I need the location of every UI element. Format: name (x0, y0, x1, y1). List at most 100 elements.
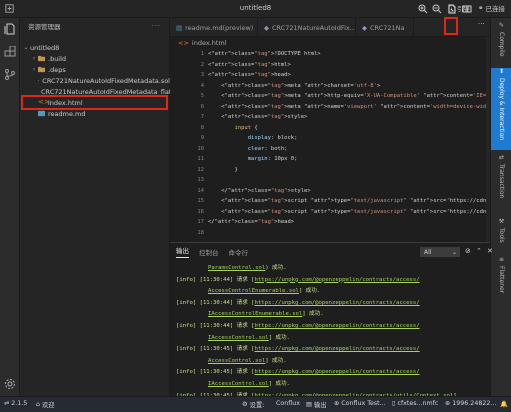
line-number: 7 (200, 114, 204, 120)
split-editor-icon[interactable] (462, 4, 472, 14)
status-version[interactable]: ⇌ 2.1.5 (4, 400, 27, 407)
log-url-link[interactable]: IAccessControl.sol (208, 381, 269, 387)
output-filter-select[interactable]: All ⌄ (420, 247, 460, 257)
output-panel: 输出 控制台 命令行 All ⌄ ⊘ ⌃ ✕ ParamsControl.sol… (170, 242, 493, 399)
log-url-link[interactable]: https://unpkg.com/@openzeppelin/contract… (255, 346, 420, 352)
zoom-in-icon[interactable] (418, 4, 428, 14)
close-panel-icon[interactable]: ✕ (487, 247, 494, 255)
code-editor[interactable]: <> index.html 1 2 3 4 5 6 7 8 9 10 11 12 13 14 15 16 17 1… (170, 37, 490, 242)
log-url-link[interactable]: IAccessControl.sol (208, 335, 269, 341)
status-settings[interactable]: ⚙ 设置: (242, 400, 264, 409)
remote-icon: ⇌ (4, 400, 10, 407)
more-actions-icon[interactable]: ··· (478, 20, 485, 28)
compile-icon: ✎ (498, 22, 505, 29)
log-line: [info] [11:30:45] 请求 [https://unpkg.com/… (176, 367, 488, 379)
maximize-panel-icon[interactable]: ⌃ (476, 247, 483, 255)
log-url-link[interactable]: AccessControl.sol (208, 358, 265, 364)
tab-deploy-interaction[interactable]: ⬆ Deploy & Interaction (491, 68, 511, 150)
log-suffix: ] 成功. (268, 380, 290, 387)
code-line: <"attr">class="tag">!DOCTYPE html> (208, 51, 321, 57)
deploy-icon: ⬆ (498, 68, 505, 75)
code-line: <"attr">class="tag">meta "attr">http-equ… (208, 93, 490, 99)
output-log: ParamsControl.sol) 成功. [info] [11:30:44] … (176, 263, 488, 402)
chevron-down-icon: ⌄ (23, 44, 29, 51)
tab-readme-preview[interactable]: ▤ readme.md(preview) (170, 18, 258, 37)
log-line: IAccessControl.sol] 成功. (176, 379, 488, 391)
solidity-file-icon: ◆ (264, 23, 269, 32)
tab-terminal[interactable]: 命令行 (229, 247, 249, 257)
settings-gear-icon[interactable] (4, 378, 16, 390)
log-url-link[interactable]: ParamsControl.sol (208, 265, 265, 271)
line-number: 9 (200, 135, 204, 141)
line-number: 2 (200, 61, 204, 68)
status-balance[interactable]: ⊛ 1996.24822... (445, 400, 496, 407)
extensions-icon[interactable] (4, 46, 16, 58)
line-number: 10 (197, 145, 204, 152)
code-line: <"attr">class="tag">meta "attr">charset=… (208, 82, 381, 89)
solidity-file-icon (38, 79, 40, 82)
code-line: } (208, 166, 238, 173)
log-prefix: [info] [11:30:44] 请求 [ (176, 299, 255, 306)
more-actions-icon[interactable]: ··· (152, 22, 161, 30)
connect-button[interactable]: ⚭ 已连接 (478, 3, 505, 13)
tab-transaction[interactable]: ⇄ Transaction (491, 154, 511, 214)
notifications-bell-icon[interactable]: 🔔 (500, 400, 508, 408)
preview-file-icon[interactable] (447, 4, 457, 14)
status-output[interactable]: ▤ 输出 (306, 400, 327, 409)
settings-gear-icon: ⚙ (242, 401, 248, 408)
line-number: 12 (197, 166, 204, 173)
code-content[interactable]: <"attr">class="tag">!DOCTYPE html> <"attr… (208, 49, 490, 238)
clear-output-icon[interactable]: ⊘ (465, 247, 472, 255)
chevron-right-icon: › (32, 55, 36, 62)
code-line: <"attr">class="tag">script "attr">type="… (208, 208, 490, 215)
status-network[interactable]: Conflux (276, 400, 300, 407)
right-panel-strip: ✎ Compile ⬆ Deploy & Interaction ⇄ Trans… (490, 18, 511, 396)
log-url-link[interactable]: https://unpkg.com/@openzeppelin/contract… (255, 300, 420, 306)
home-icon: ⌂ (36, 401, 40, 408)
log-line: IAccessControlEnumerable.sol] 成功. (176, 309, 488, 321)
line-number: 16 (197, 208, 204, 215)
log-line: AccessControl.sol] 成功. (176, 356, 488, 368)
tab-compile[interactable]: ✎ Compile (491, 22, 511, 64)
tree-item-label: CRC721NatureAutoIdFixedMetadata.sol (42, 76, 170, 85)
status-conflux-test[interactable]: ⊕ Conflux Test... (334, 400, 386, 407)
line-number: 15 (197, 198, 204, 204)
tab-console[interactable]: 控制台 (199, 247, 219, 257)
zoom-out-icon[interactable] (432, 4, 442, 14)
log-line: ParamsControl.sol) 成功. (176, 263, 488, 275)
tree-item-build[interactable]: › .build (20, 53, 170, 64)
explorer-icon[interactable] (4, 23, 16, 35)
line-number: 3 (200, 72, 204, 78)
tab-tools[interactable]: ⚒ Tools (491, 218, 511, 252)
tree-item-label: .deps (48, 65, 66, 74)
breadcrumb: <> index.html (178, 39, 227, 47)
log-url-link[interactable]: AccessControlEnumerable.sol (208, 288, 299, 294)
log-url-link[interactable]: https://unpkg.com/@openzeppelin/contract… (255, 277, 420, 283)
log-url-link[interactable]: https://unpkg.com/@openzeppelin/contract… (255, 369, 420, 375)
code-line: display: block; (247, 135, 298, 141)
tree-item-sol-file[interactable]: CRC721NatureAutoIdFixedMetadata.sol (20, 75, 170, 86)
tab-crc721-flat[interactable]: ◆ CRC721Na (356, 18, 414, 37)
tree-item-label: .build (48, 54, 67, 63)
tab-crc721-fixed[interactable]: ◆ CRC721NatureAutoIdFix... (258, 18, 356, 37)
code-line: clear: both; (247, 145, 288, 152)
log-suffix: ] 成功. (298, 288, 321, 295)
tree-item-deps[interactable]: › .deps (20, 64, 170, 75)
markdown-file-icon (38, 110, 45, 117)
log-url-link[interactable]: IAccessControlEnumerable.sol (208, 311, 302, 317)
line-number: 6 (200, 103, 204, 110)
tab-output[interactable]: 输出 (176, 245, 189, 258)
log-prefix: [info] [11:30:44] 请求 [ (176, 276, 255, 283)
tab-flattener[interactable]: ≡ Flattener (491, 256, 511, 306)
status-account[interactable]: ▯ cfxtes...nmfc (392, 400, 438, 407)
line-number: 14 (197, 187, 204, 194)
explorer-sidebar: 资源管理器 ··· ⌄ untitled8 › .build › .deps C… (20, 18, 170, 396)
tree-item-root[interactable]: ⌄ untitled8 (20, 42, 170, 53)
status-welcome[interactable]: ⌂ 欢迎 (36, 400, 55, 409)
log-url-link[interactable]: https://unpkg.com/@openzeppelin/contract… (255, 323, 420, 329)
source-control-icon[interactable] (4, 68, 16, 80)
sidebar-title: 资源管理器 (28, 23, 61, 31)
line-number-gutter: 1 2 3 4 5 6 7 8 9 10 11 12 13 14 15 16 17 18 (170, 49, 204, 238)
code-line: <"attr">class="tag">head> (208, 72, 291, 78)
